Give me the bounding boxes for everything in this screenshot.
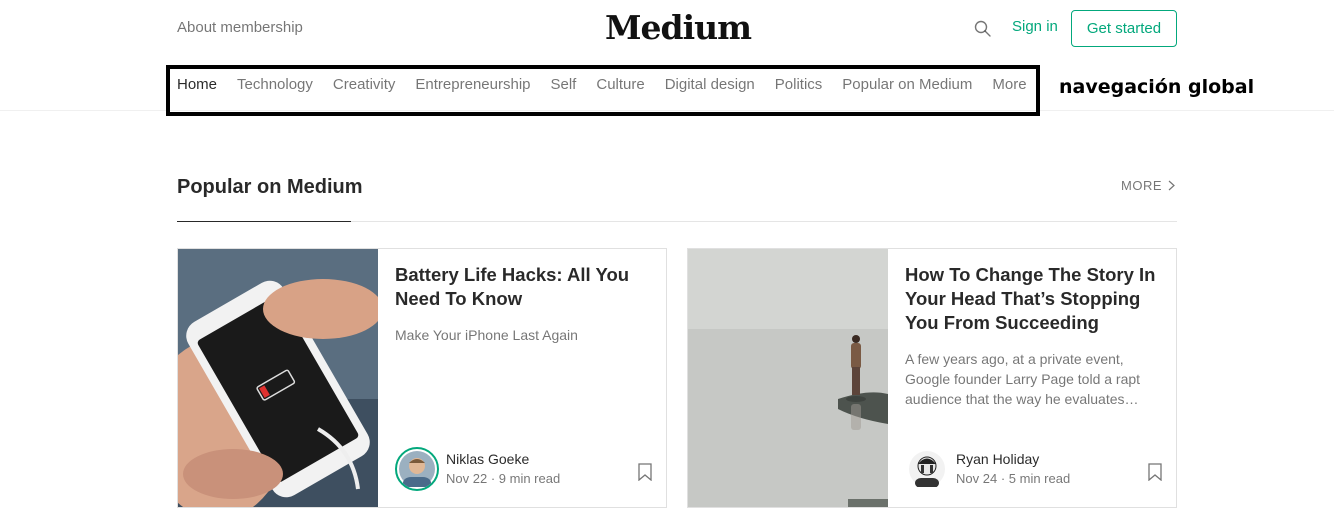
nav-item-politics[interactable]: Politics bbox=[775, 76, 823, 93]
medium-logo[interactable]: Medium bbox=[605, 8, 752, 47]
article-image-lake[interactable] bbox=[688, 249, 888, 507]
section-divider bbox=[351, 221, 1177, 222]
article-meta: Nov 24 · 5 min read bbox=[956, 469, 1070, 489]
get-started-button[interactable]: Get started bbox=[1071, 10, 1177, 47]
bookmark-icon[interactable] bbox=[638, 463, 652, 481]
author-block: Niklas Goeke Nov 22 · 9 min read bbox=[395, 447, 560, 491]
nav-item-more[interactable]: More bbox=[992, 76, 1026, 93]
nav-item-technology[interactable]: Technology bbox=[237, 76, 313, 93]
article-card[interactable]: Battery Life Hacks: All You Need To Know… bbox=[177, 248, 667, 508]
about-membership-link[interactable]: About membership bbox=[177, 19, 303, 36]
sign-in-link[interactable]: Sign in bbox=[1012, 18, 1058, 35]
nav-annotation-label: navegación global bbox=[1059, 76, 1255, 98]
nav-item-home[interactable]: Home bbox=[177, 76, 217, 93]
read-time: 5 min read bbox=[1008, 471, 1071, 486]
phone-battery-illustration bbox=[178, 249, 378, 507]
nav-item-entrepreneurship[interactable]: Entrepreneurship bbox=[415, 76, 530, 93]
section-title-underline bbox=[177, 221, 351, 222]
article-date: Nov 24 bbox=[956, 471, 998, 486]
chevron-right-icon bbox=[1168, 180, 1175, 191]
nav-item-self[interactable]: Self bbox=[551, 76, 577, 93]
bookmark-icon[interactable] bbox=[1148, 463, 1162, 481]
section-more-label: MORE bbox=[1121, 178, 1162, 193]
article-title[interactable]: How To Change The Story In Your Head Tha… bbox=[905, 263, 1160, 335]
nav-item-digital-design[interactable]: Digital design bbox=[665, 76, 755, 93]
article-date: Nov 22 bbox=[446, 471, 488, 486]
article-meta: Nov 22 · 9 min read bbox=[446, 469, 560, 489]
top-header: About membership Medium Sign in Get star… bbox=[0, 0, 1334, 60]
article-subtitle[interactable]: Make Your iPhone Last Again bbox=[395, 325, 650, 345]
global-nav: Home Technology Creativity Entrepreneurs… bbox=[177, 76, 1047, 93]
author-avatar[interactable] bbox=[905, 447, 949, 491]
nav-item-creativity[interactable]: Creativity bbox=[333, 76, 396, 93]
article-card[interactable]: How To Change The Story In Your Head Tha… bbox=[687, 248, 1177, 508]
avatar-image bbox=[909, 451, 945, 488]
read-time: 9 min read bbox=[498, 471, 561, 486]
section-more-link[interactable]: MORE bbox=[1121, 178, 1175, 193]
search-icon[interactable] bbox=[973, 19, 993, 39]
author-block: Ryan Holiday Nov 24 · 5 min read bbox=[905, 447, 1070, 491]
article-image-phone[interactable] bbox=[178, 249, 378, 507]
article-subtitle[interactable]: A few years ago, at a private event, Goo… bbox=[905, 349, 1160, 409]
author-name[interactable]: Ryan Holiday bbox=[956, 449, 1070, 469]
author-name[interactable]: Niklas Goeke bbox=[446, 449, 560, 469]
lake-figure-illustration bbox=[688, 249, 888, 507]
section-title: Popular on Medium bbox=[177, 176, 363, 198]
author-avatar[interactable] bbox=[395, 447, 439, 491]
nav-item-culture[interactable]: Culture bbox=[596, 76, 644, 93]
avatar-image bbox=[399, 451, 435, 489]
article-title[interactable]: Battery Life Hacks: All You Need To Know bbox=[395, 263, 650, 311]
meta-separator: · bbox=[1000, 471, 1009, 486]
nav-item-popular[interactable]: Popular on Medium bbox=[842, 76, 972, 93]
meta-separator: · bbox=[490, 471, 499, 486]
